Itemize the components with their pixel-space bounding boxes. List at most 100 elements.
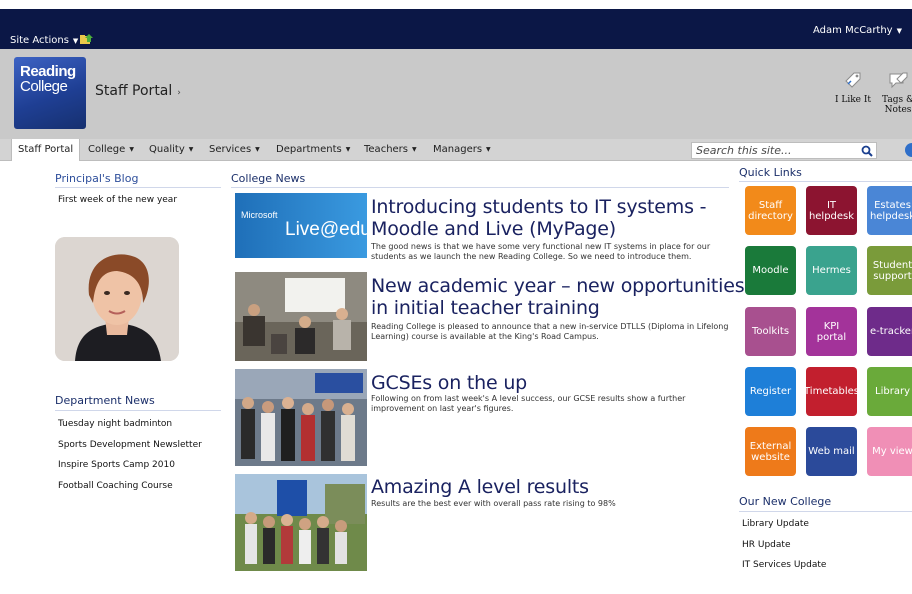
i-like-it-label: I Like It [834, 95, 872, 105]
quick-link-label-line: Moodle [752, 265, 789, 276]
dept-news-link[interactable]: Football Coaching Course [58, 481, 173, 491]
quick-link-label: Timetables [804, 386, 859, 397]
quick-link-label-line: portal [816, 331, 847, 343]
quick-link-label: e-tracker [870, 326, 912, 337]
blog-post-link[interactable]: First week of the new year [58, 195, 177, 205]
our-new-college-title: Our New College [739, 495, 832, 508]
i-like-it-button[interactable]: I Like It [833, 69, 873, 105]
quick-link-tile[interactable]: My view [867, 427, 912, 476]
chevron-down-icon: ▼ [255, 146, 260, 153]
nav-label: Quality [149, 144, 185, 155]
quick-link-label: IT helpdesk [809, 200, 854, 222]
news-title-line: New academic year – new opportunities [371, 275, 745, 297]
quick-link-label-line: Register [749, 386, 792, 397]
news-body-line: students as we launch the new Reading Co… [371, 252, 692, 261]
quick-link-tile[interactable]: Student support [867, 246, 912, 295]
navigate-up-icon[interactable] [80, 33, 94, 45]
news-article-summary: Reading College is pleased to announce t… [371, 322, 731, 342]
chevron-down-icon: ▼ [129, 146, 134, 153]
quick-link-label: Hermes [812, 265, 851, 276]
page-title-text: Staff Portal [95, 83, 173, 99]
quick-link-label: Web mail [808, 446, 854, 457]
quick-links-title: Quick Links [739, 166, 802, 179]
quick-link-tile[interactable]: IT helpdesk [806, 186, 857, 235]
nav-label: Managers [433, 144, 483, 155]
news-article-summary: Following on from last week's A level su… [371, 394, 731, 414]
tag-like-icon [845, 72, 861, 88]
nav-departments[interactable]: Departments ▼ [276, 144, 350, 155]
news-article-title[interactable]: GCSEs on the up [371, 372, 527, 394]
user-name: Adam McCarthy [813, 25, 893, 36]
news-article-title[interactable]: Introducing students to IT systems - Moo… [371, 196, 707, 240]
reading-college-logo[interactable]: Reading College [14, 57, 86, 129]
quick-link-label: Register [750, 386, 791, 397]
news-article-title[interactable]: Amazing A level results [371, 476, 589, 498]
tags-notes-button[interactable]: Tags & Notes [878, 69, 912, 115]
gcse-students-photo[interactable] [235, 369, 367, 466]
quick-link-tile[interactable]: Web mail [806, 427, 857, 476]
quick-link-label-line: Web mail [808, 446, 855, 457]
quick-link-label-line: Hermes [812, 265, 851, 276]
news-body-line: Reading College is pleased to announce t… [371, 322, 729, 331]
new-college-link[interactable]: HR Update [742, 540, 790, 550]
nav-teachers[interactable]: Teachers ▼ [364, 144, 417, 155]
a-level-students-photo[interactable] [235, 474, 367, 571]
divider [55, 410, 221, 411]
quick-link-label-line: e-tracker [869, 326, 912, 337]
quick-link-label: Estates helpdesk [870, 200, 912, 222]
nav-services[interactable]: Services ▼ [209, 144, 260, 155]
dept-news-link[interactable]: Inspire Sports Camp 2010 [58, 460, 175, 470]
quick-link-label: Staff directory [748, 200, 793, 222]
nav-label: Departments [276, 144, 342, 155]
chevron-down-icon: ▼ [896, 27, 902, 35]
chevron-down-icon: ▼ [72, 37, 79, 45]
nav-quality[interactable]: Quality ▼ [149, 144, 193, 155]
quick-link-tile[interactable]: Timetables [804, 367, 859, 416]
new-college-link[interactable]: Library Update [742, 519, 809, 529]
news-title-line: Moodle and Live (MyPage) [371, 218, 616, 240]
site-actions-menu[interactable]: Site Actions ▼ [10, 35, 78, 46]
search-icon[interactable] [860, 144, 874, 158]
quick-link-tile[interactable]: Staff directory [745, 186, 796, 235]
quick-link-label: My view [872, 446, 912, 457]
search-input[interactable] [692, 143, 842, 158]
news-body-line: Following on from last week's A level su… [371, 394, 686, 403]
news-article-summary: The good news is that we have some very … [371, 242, 731, 262]
nav-managers[interactable]: Managers ▼ [433, 144, 491, 155]
quick-link-label: Moodle [752, 265, 788, 276]
quick-link-label-line: Staff [758, 199, 783, 211]
quick-link-tile[interactable]: Register [745, 367, 796, 416]
nav-college[interactable]: College ▼ [88, 144, 134, 155]
dept-news-link[interactable]: Tuesday night badminton [58, 419, 172, 429]
top-bar: Site Actions ▼ Adam McCarthy ▼ [0, 9, 912, 49]
help-icon[interactable] [905, 143, 912, 157]
nav-staff-portal[interactable]: Staff Portal [11, 139, 81, 161]
quick-link-tile[interactable]: Library [867, 367, 912, 416]
live-at-edu-image[interactable]: Microsoft Live@edu [235, 193, 367, 258]
quick-link-tile[interactable]: Hermes [806, 246, 857, 295]
quick-link-tile[interactable]: Moodle [745, 246, 796, 295]
quick-link-tile[interactable]: Toolkits [745, 307, 796, 356]
news-article-title[interactable]: New academic year – new opportunities in… [371, 275, 745, 319]
user-menu[interactable]: Adam McCarthy ▼ [813, 25, 902, 36]
quick-link-label-line: Library [875, 386, 910, 397]
page-title[interactable]: Staff Portal › [95, 83, 181, 99]
quick-link-label: Toolkits [752, 326, 789, 337]
chevron-down-icon: ▼ [412, 146, 417, 153]
dept-news-link[interactable]: Sports Development Newsletter [58, 440, 202, 450]
quick-link-tile[interactable]: e-tracker [867, 307, 912, 356]
site-header: Reading College Staff Portal › I Like It … [0, 49, 912, 139]
teacher-training-photo[interactable] [235, 272, 367, 361]
quick-link-label-line: External [749, 440, 792, 452]
divider [739, 181, 912, 182]
quick-link-tile[interactable]: KPI portal [806, 307, 857, 356]
quick-link-label: KPI portal [817, 321, 846, 343]
news-title-line: Introducing students to IT systems - [371, 196, 707, 218]
quick-link-tile[interactable]: External website [745, 427, 796, 476]
quick-link-tile[interactable]: Estates helpdesk [867, 186, 912, 235]
principals-blog-title[interactable]: Principal's Blog [55, 172, 138, 185]
site-actions-label: Site Actions [10, 35, 69, 46]
nav-label: Teachers [364, 144, 408, 155]
chevron-down-icon: ▼ [345, 146, 351, 153]
new-college-link[interactable]: IT Services Update [742, 560, 826, 570]
